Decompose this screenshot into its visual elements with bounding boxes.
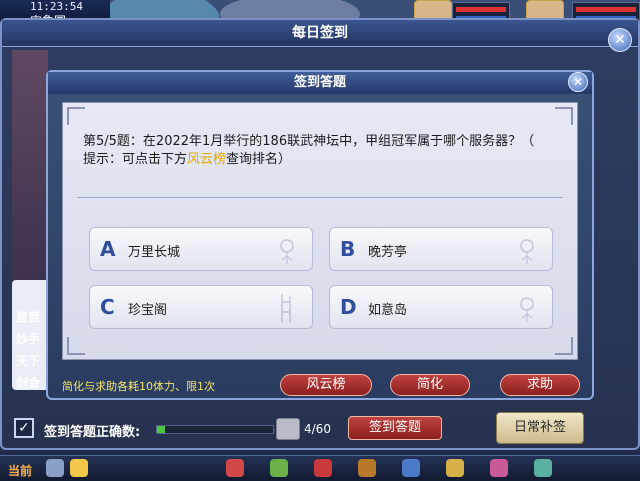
question-text: 第5/5题：在2022年1月举行的186联武神坛中，甲组冠军属于哪个服务器？（ … [83, 133, 563, 169]
daily-makeup-button[interactable]: 日常补签 [496, 412, 584, 444]
shop-icon[interactable] [270, 459, 288, 477]
flower-icon [520, 239, 534, 264]
corner-ornament [67, 337, 85, 355]
quiz-close-icon[interactable]: ✕ [568, 72, 588, 92]
option-text: 珍宝阁 [128, 303, 168, 318]
hint-prefix: 提示：可点击下方 [83, 152, 188, 167]
quiz-title: 签到答题 [48, 72, 592, 94]
auto-checkin-checkbox[interactable]: ✓ [14, 418, 34, 438]
option-c-button[interactable]: C 珍宝阁 [89, 285, 313, 329]
option-letter: B [340, 237, 356, 261]
progress-fill [157, 426, 165, 433]
option-letter: D [340, 295, 357, 319]
dialog-title: 每日签到 [2, 20, 638, 47]
question-panel: 第5/5题：在2022年1月举行的186联武神坛中，甲组冠军属于哪个服务器？（ … [62, 102, 578, 360]
quiz-dialog: 签到答题 ✕ 第5/5题：在2022年1月举行的186联武神坛中，甲组冠军属于哪… [46, 70, 594, 400]
team-icon[interactable] [446, 459, 464, 477]
option-letter: C [100, 295, 115, 319]
friends-icon[interactable] [490, 459, 508, 477]
gift-icon[interactable] [314, 459, 332, 477]
option-a-button[interactable]: A 万里长城 [89, 227, 313, 271]
corner-ornament [555, 107, 573, 125]
chat-bubble-icon[interactable] [70, 459, 88, 477]
ranking-button[interactable]: 风云榜 [280, 374, 372, 396]
current-channel-label[interactable]: 当前 [8, 462, 32, 479]
divider [77, 197, 563, 198]
bag-icon[interactable] [358, 459, 376, 477]
bamboo-icon [281, 294, 291, 322]
corner-ornament [67, 107, 85, 125]
checkin-quiz-button[interactable]: 签到答题 [348, 416, 442, 440]
correct-count-label: 签到答题正确数: [44, 425, 141, 440]
skill-icon[interactable] [402, 459, 420, 477]
option-b-button[interactable]: B 晚芳亭 [329, 227, 553, 271]
bottom-taskbar: 当前 [0, 455, 640, 481]
question-line: 第5/5题：在2022年1月举行的186联武神坛中，甲组冠军属于哪个服务器？（ [83, 134, 535, 149]
cost-notice: 简化与求助各耗10体力、限1次 [62, 380, 215, 393]
correct-count-value: 4/60 [304, 422, 331, 436]
side-artwork [12, 50, 48, 300]
option-text: 晚芳亭 [368, 245, 408, 260]
hint-line: 提示：可点击下方风云榜查询排名） [83, 151, 563, 169]
option-text: 万里长城 [128, 245, 181, 260]
treasure-chest-icon[interactable] [276, 418, 300, 440]
close-icon[interactable]: ✕ [608, 28, 632, 52]
hint-link-ranking[interactable]: 风云榜 [187, 152, 226, 167]
flower-icon [520, 297, 534, 322]
corner-ornament [555, 337, 573, 355]
simplify-button[interactable]: 简化 [390, 374, 470, 396]
option-d-button[interactable]: D 如意岛 [329, 285, 553, 329]
system-icon[interactable] [534, 459, 552, 477]
hint-suffix: 查询排名） [226, 152, 292, 167]
option-text: 如意岛 [368, 303, 408, 318]
flower-icon [280, 239, 294, 264]
option-letter: A [100, 237, 116, 261]
correct-progress-bar [156, 425, 274, 434]
help-button[interactable]: 求助 [500, 374, 580, 396]
microphone-icon[interactable] [46, 459, 64, 477]
mail-icon[interactable] [226, 459, 244, 477]
